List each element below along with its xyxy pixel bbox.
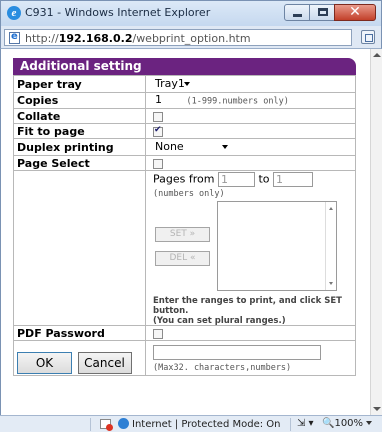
url-field[interactable]: http://192.168.0.2/webprint_option.htm — [4, 29, 352, 46]
compatibility-view-icon[interactable] — [361, 30, 375, 44]
zoom-control[interactable]: 🔍100% — [322, 418, 373, 429]
maximize-icon — [318, 8, 328, 16]
fit-to-page-checkbox[interactable] — [153, 125, 163, 137]
fit-to-page-cell — [145, 123, 356, 139]
range-area: SET » DEL « Enter the ranges to print, a… — [153, 201, 355, 326]
range-note-line1: Enter the ranges to print, and click SET… — [153, 296, 342, 316]
settings-table: Paper tray Tray1 Copies 1 (1-999.numbers… — [13, 75, 356, 376]
page-select-cell — [145, 155, 356, 171]
collate-cell — [145, 108, 356, 124]
copies-hint: (1-999.numbers only) — [186, 96, 289, 107]
pdf-password-cell — [145, 325, 356, 341]
range-list[interactable] — [217, 201, 337, 291]
close-icon: ✕ — [349, 4, 361, 20]
internet-explorer-icon: e — [7, 6, 21, 20]
maximize-button[interactable] — [309, 4, 335, 21]
title-bar: e C931 - Windows Internet Explorer ✕ — [0, 0, 382, 26]
close-button[interactable]: ✕ — [334, 4, 376, 21]
url-path: /webprint_option.htm — [132, 32, 251, 45]
cancel-button[interactable]: Cancel — [77, 352, 132, 374]
set-range-button[interactable]: SET » — [155, 227, 210, 242]
page-select-checkbox[interactable] — [153, 158, 163, 169]
address-bar: http://192.168.0.2/webprint_option.htm — [0, 26, 382, 49]
minimize-button[interactable] — [284, 4, 310, 21]
scroll-down-arrow-icon[interactable] — [373, 407, 381, 411]
duplex-select[interactable]: None — [153, 139, 231, 155]
pages-from-row: Pages from 1 to 1 — [153, 172, 355, 189]
status-separator — [90, 418, 91, 431]
paper-tray-label: Paper tray — [13, 75, 146, 93]
page-scrollbar[interactable] — [370, 49, 382, 415]
url-host: 192.168.0.2 — [58, 32, 133, 45]
pages-to-label: to — [258, 172, 270, 186]
chevron-down-icon — [366, 421, 373, 425]
pdf-password-input-cell: (Max32. characters,numbers) — [145, 340, 356, 376]
page-content: Additional setting Paper tray Tray1 Copi… — [0, 49, 370, 415]
copies-cell: 1 (1-999.numbers only) — [145, 92, 356, 109]
range-list-scrollbar[interactable] — [325, 202, 336, 290]
copies-row: Copies 1 (1-999.numbers only) — [13, 92, 356, 109]
copies-label: Copies — [13, 92, 146, 109]
fit-to-page-label: Fit to page — [13, 123, 146, 139]
duplex-row: Duplex printing None — [13, 138, 356, 156]
collate-label: Collate — [13, 108, 146, 124]
collate-checkbox[interactable] — [153, 111, 163, 122]
page-select-label: Page Select — [13, 155, 146, 171]
duplex-cell: None — [145, 138, 356, 156]
pages-from-input[interactable]: 1 — [217, 172, 255, 187]
scroll-down-icon — [329, 282, 333, 285]
security-zone[interactable]: Internet | Protected Mode: On — [118, 418, 280, 430]
duplex-label: Duplex printing — [13, 138, 146, 156]
window-controls: ✕ — [284, 4, 376, 21]
collate-row: Collate — [13, 108, 356, 124]
page-range-cell: Pages from 1 to 1 (numbers only) SET » D… — [145, 170, 356, 326]
pages-numbers-hint: (numbers only) — [153, 189, 225, 199]
url-prefix: http:// — [25, 32, 59, 45]
fit-to-page-row: Fit to page — [13, 123, 356, 139]
pdf-password-input[interactable] — [153, 345, 321, 360]
pages-from-label: Pages from — [153, 172, 215, 186]
scroll-up-arrow-icon[interactable] — [373, 53, 381, 57]
status-separator — [290, 418, 291, 431]
status-bar: Internet | Protected Mode: On ⇲ ▾ 🔍100% — [0, 415, 382, 432]
pdf-password-hint: (Max32. characters,numbers) — [153, 363, 292, 373]
security-zone-text: Internet | Protected Mode: On — [132, 419, 281, 430]
ok-button[interactable]: OK — [17, 352, 72, 374]
delete-range-button[interactable]: DEL « — [155, 251, 210, 266]
url-text: http://192.168.0.2/webprint_option.htm — [25, 32, 251, 45]
pdf-password-label: PDF Password — [13, 325, 146, 341]
range-note-line2: (You can set plural ranges.) — [153, 316, 286, 326]
copies-input[interactable]: 1 — [153, 93, 183, 108]
page-icon — [9, 31, 20, 44]
pdf-password-checkbox[interactable] — [153, 328, 163, 339]
paper-tray-select[interactable]: Tray1 — [153, 76, 193, 92]
pdf-password-row: PDF Password — [13, 325, 356, 341]
page-range-row: Pages from 1 to 1 (numbers only) SET » D… — [13, 170, 356, 326]
globe-icon — [118, 418, 129, 429]
page-select-row: Page Select — [13, 155, 356, 171]
window-title: C931 - Windows Internet Explorer — [25, 6, 211, 19]
pages-to-input[interactable]: 1 — [273, 172, 314, 187]
zoom-level: 100% — [334, 418, 364, 429]
panel-title: Additional setting — [13, 58, 356, 75]
scroll-up-icon — [329, 207, 333, 210]
page-tools-icon[interactable]: ⇲ ▾ — [297, 418, 314, 429]
paper-tray-cell: Tray1 — [145, 75, 356, 93]
paper-tray-row: Paper tray Tray1 — [13, 75, 356, 93]
range-note: Enter the ranges to print, and click SET… — [153, 296, 355, 326]
page-range-label-cell — [13, 170, 146, 326]
popup-blocked-icon[interactable] — [100, 419, 113, 431]
minimize-icon — [293, 14, 302, 17]
button-bar: OK Cancel — [17, 352, 132, 374]
